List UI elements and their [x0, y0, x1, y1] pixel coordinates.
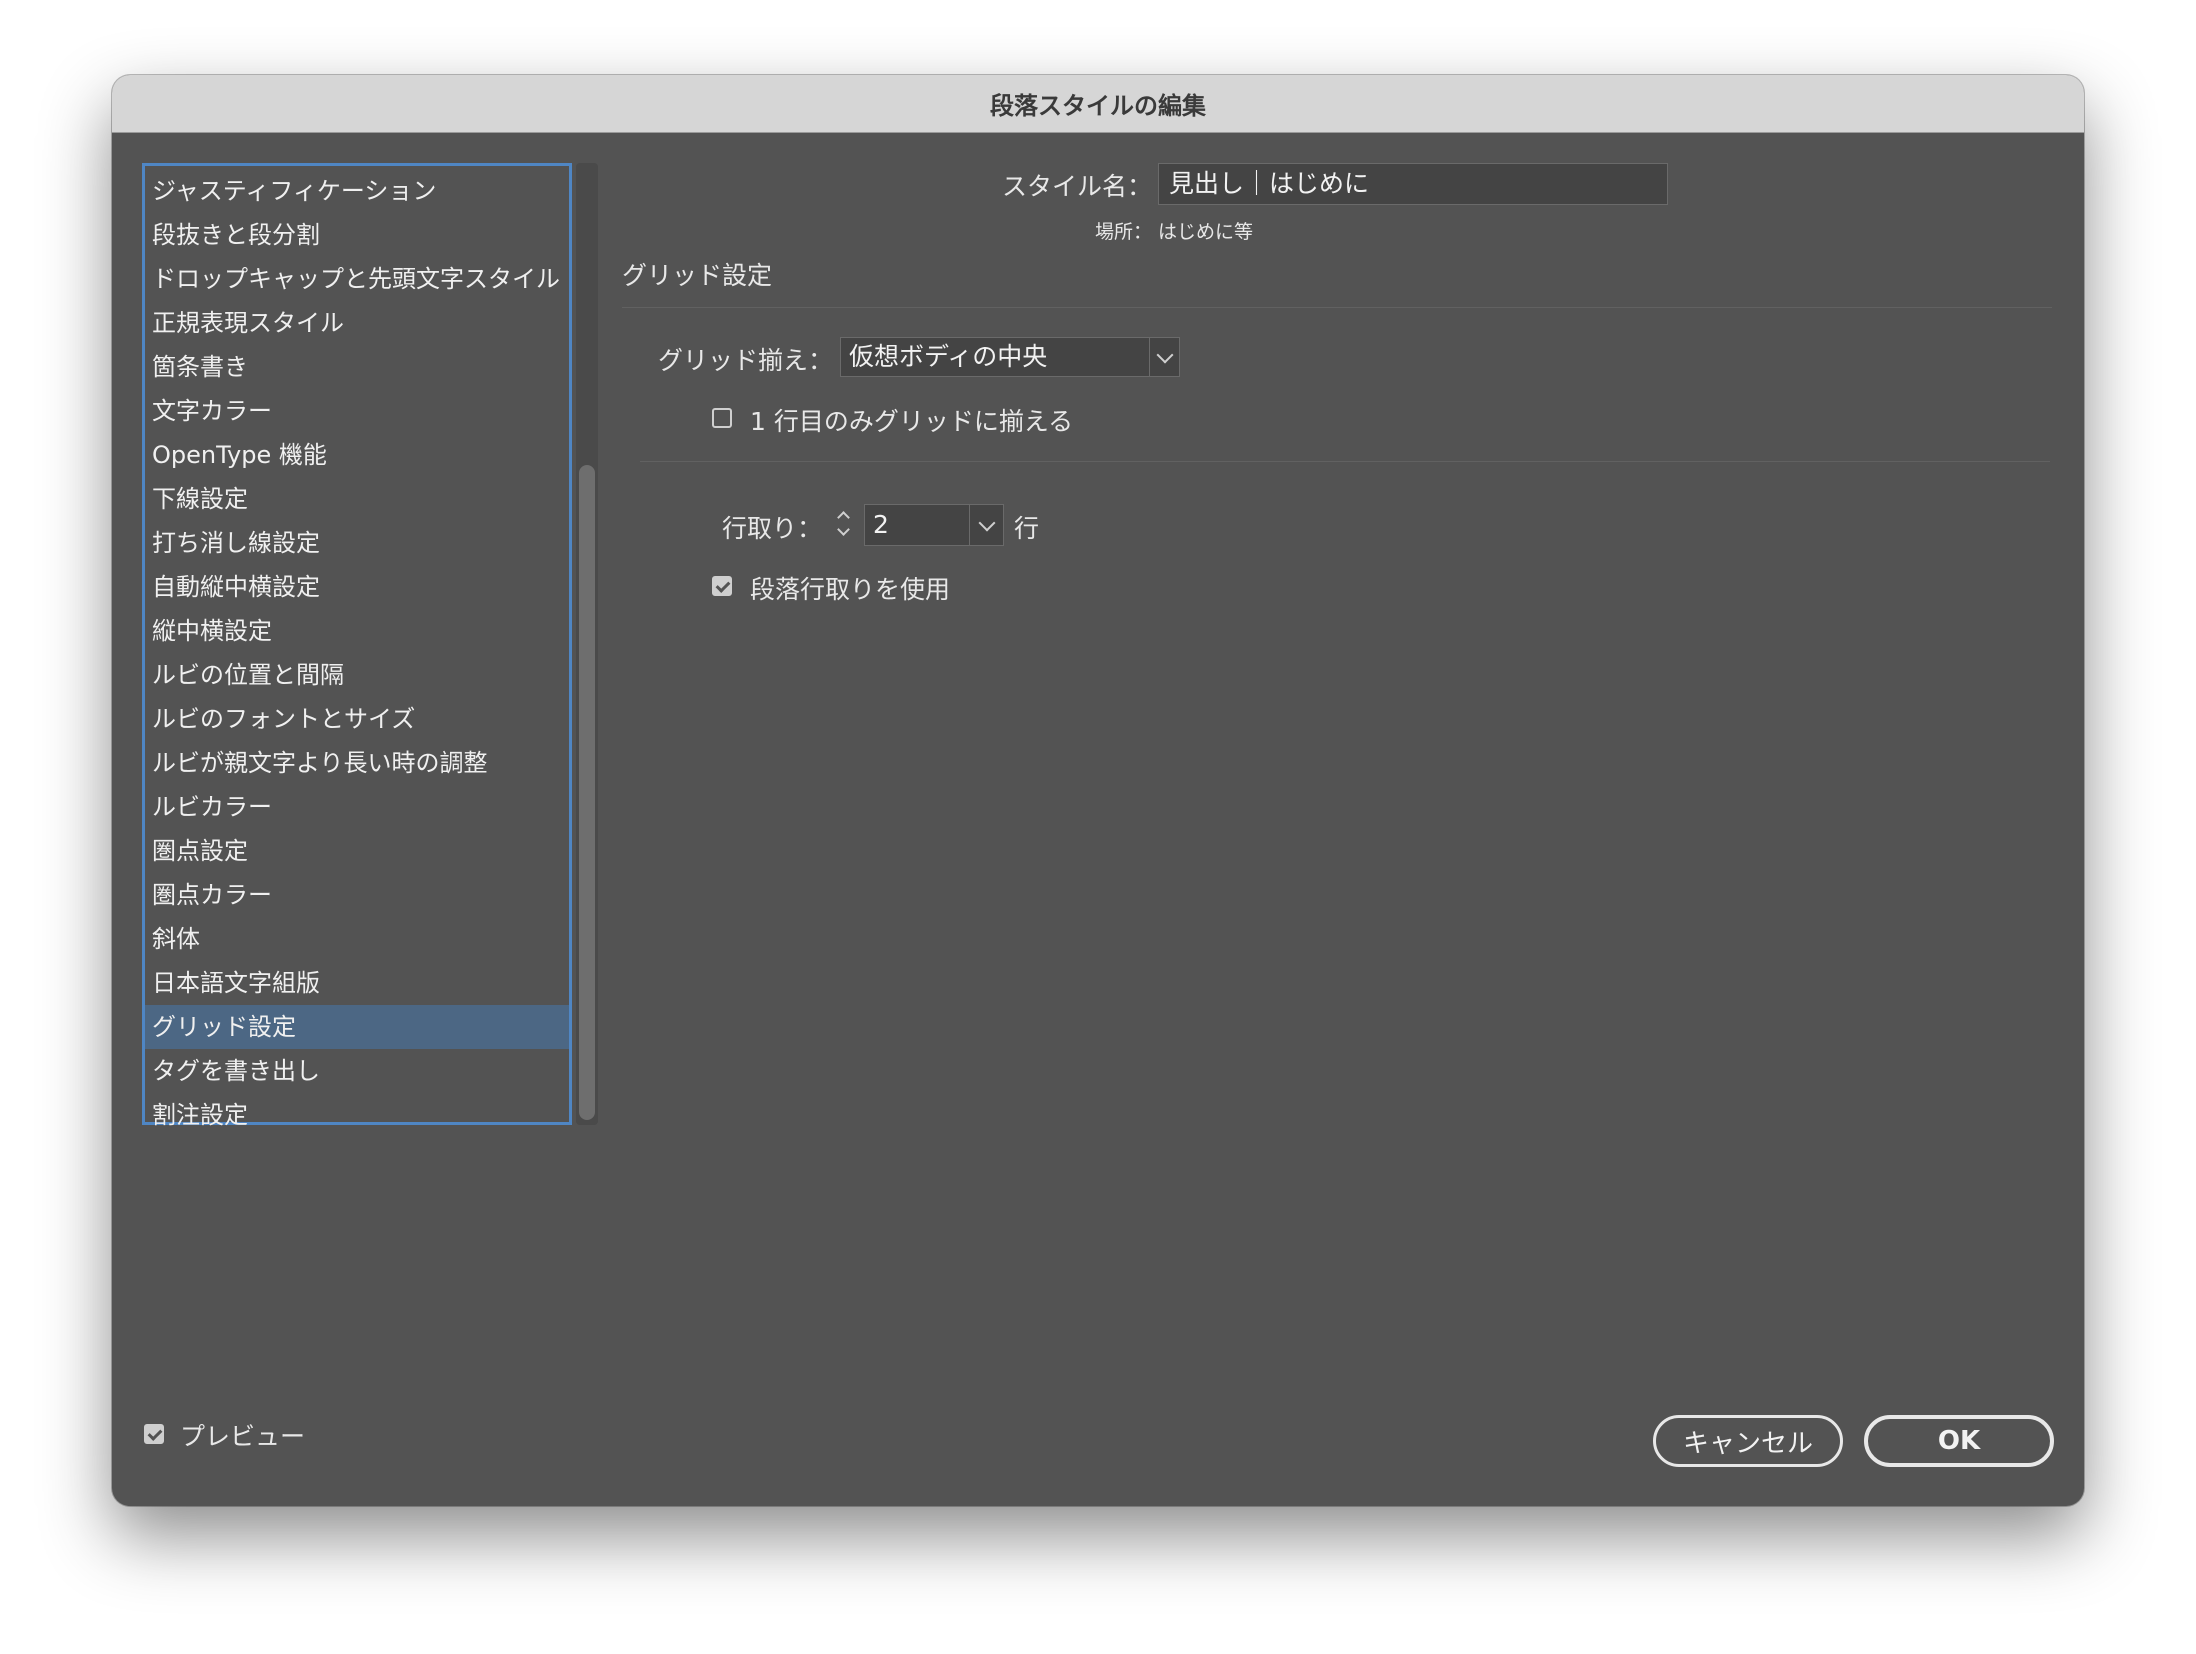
category-item[interactable]: 段抜きと段分割: [145, 213, 569, 257]
category-item[interactable]: グリッド設定: [145, 1005, 569, 1049]
line-span-value: 2: [873, 510, 889, 539]
style-name-input[interactable]: 見出し｜はじめに: [1158, 163, 1668, 205]
category-item[interactable]: 圏点設定: [145, 829, 569, 873]
scrollbar-thumb[interactable]: [579, 465, 595, 1120]
line-span-stepper[interactable]: [828, 504, 860, 546]
category-item[interactable]: 文字カラー: [145, 389, 569, 433]
grid-divider: [640, 461, 2050, 462]
category-item[interactable]: 自動縦中横設定: [145, 565, 569, 609]
category-item[interactable]: 斜体: [145, 917, 569, 961]
category-item[interactable]: ジャスティフィケーション: [145, 169, 569, 213]
category-item[interactable]: 打ち消し線設定: [145, 521, 569, 565]
combo-separator: [969, 505, 970, 545]
category-item[interactable]: 縦中横設定: [145, 609, 569, 653]
grid-align-label: グリッド揃え：: [658, 346, 834, 375]
paragraph-style-dialog: 段落スタイルの編集 ジャスティフィケーション 段抜きと段分割 ドロップキャップと先頭…: [112, 75, 2084, 1506]
style-name-label: スタイル名：: [1002, 172, 1153, 201]
line-span-unit: 行: [1014, 514, 1040, 543]
preview-label: プレビュー: [180, 1422, 306, 1451]
category-list-scrollbar[interactable]: [576, 163, 598, 1125]
ok-button[interactable]: OK: [1864, 1415, 2054, 1467]
stepper-up-icon[interactable]: [837, 511, 850, 524]
first-line-only-label: 1 行目のみグリッドに揃える: [750, 407, 1074, 436]
chevron-down-icon[interactable]: [1156, 346, 1174, 364]
location-value: はじめに等: [1158, 221, 1254, 243]
category-item[interactable]: 圏点カラー: [145, 873, 569, 917]
category-item[interactable]: ルビが親文字より長い時の調整: [145, 741, 569, 785]
section-title: グリッド設定: [622, 261, 773, 290]
category-item[interactable]: ドロップキャップと先頭文字スタイル: [145, 257, 569, 301]
use-paragraph-span-checkbox[interactable]: [712, 576, 732, 596]
grid-align-value: 仮想ボディの中央: [849, 342, 1048, 371]
category-item[interactable]: ルビの位置と間隔: [145, 653, 569, 697]
dropdown-separator: [1149, 338, 1150, 376]
line-span-label: 行取り：: [722, 514, 823, 543]
chevron-down-icon[interactable]: [978, 514, 996, 532]
grid-align-dropdown[interactable]: 仮想ボディの中央: [840, 337, 1180, 377]
category-item[interactable]: タグを書き出し: [145, 1049, 569, 1093]
line-span-combo[interactable]: 2: [864, 504, 1004, 546]
section-divider: [622, 307, 2052, 308]
category-item[interactable]: ルビカラー: [145, 785, 569, 829]
category-item[interactable]: 正規表現スタイル: [145, 301, 569, 345]
category-item[interactable]: 割注設定: [145, 1093, 569, 1137]
location-label: 場所：: [1095, 221, 1153, 243]
dialog-titlebar[interactable]: 段落スタイルの編集: [112, 75, 2084, 133]
preview-checkbox[interactable]: [144, 1424, 164, 1444]
category-item[interactable]: 日本語文字組版: [145, 961, 569, 1005]
stepper-down-icon[interactable]: [837, 523, 850, 536]
dialog-title: 段落スタイルの編集: [990, 92, 1206, 120]
category-item[interactable]: 下線設定: [145, 477, 569, 521]
first-line-only-checkbox[interactable]: [712, 408, 732, 428]
cancel-button[interactable]: キャンセル: [1653, 1415, 1843, 1467]
category-item[interactable]: OpenType 機能: [145, 433, 569, 477]
category-item[interactable]: 箇条書き: [145, 345, 569, 389]
category-item[interactable]: ルビのフォントとサイズ: [145, 697, 569, 741]
category-list[interactable]: ジャスティフィケーション 段抜きと段分割 ドロップキャップと先頭文字スタイル 正規表現…: [142, 163, 572, 1129]
use-paragraph-span-label: 段落行取りを使用: [750, 575, 951, 604]
